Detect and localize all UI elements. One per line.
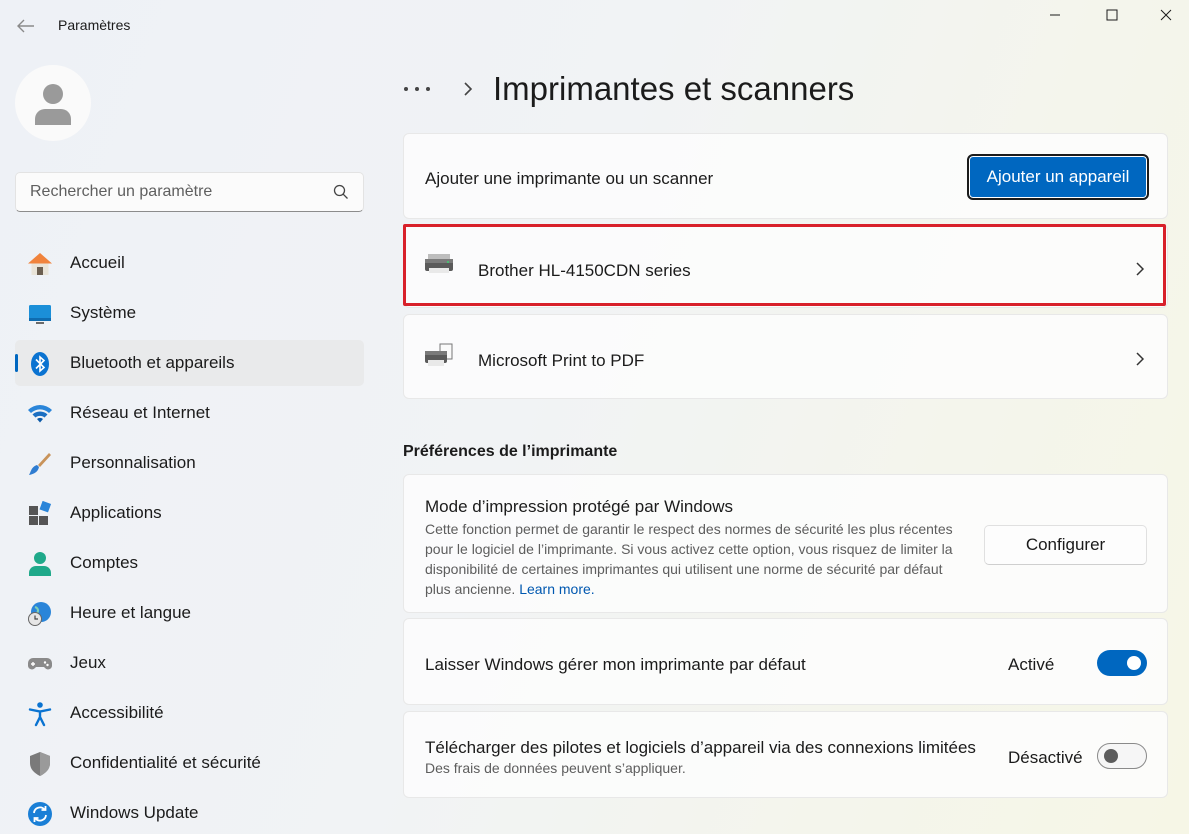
chevron-right-icon bbox=[464, 82, 473, 96]
wifi-icon bbox=[27, 401, 53, 427]
back-button[interactable] bbox=[12, 12, 40, 40]
user-avatar[interactable] bbox=[15, 65, 91, 141]
breadcrumb-more-button[interactable] bbox=[403, 86, 443, 92]
sidebar-item-label: Accessibilité bbox=[70, 703, 164, 722]
user-placeholder-icon bbox=[35, 84, 71, 125]
sidebar-item-accueil[interactable]: Accueil bbox=[15, 240, 364, 286]
close-button[interactable] bbox=[1143, 0, 1189, 30]
home-icon bbox=[27, 251, 53, 277]
sidebar-item-reseau[interactable]: Réseau et Internet bbox=[15, 390, 364, 436]
apps-icon bbox=[27, 501, 53, 527]
metered-download-card: Télécharger des pilotes et logiciels d’a… bbox=[403, 711, 1168, 798]
protected-mode-title: Mode d’impression protégé par Windows bbox=[425, 497, 734, 516]
sidebar-item-label: Personnalisation bbox=[70, 453, 196, 472]
toggle-knob bbox=[1127, 656, 1141, 670]
settings-search bbox=[15, 172, 364, 212]
sidebar-item-comptes[interactable]: Comptes bbox=[15, 540, 364, 586]
breadcrumb: Imprimantes et scanners bbox=[403, 66, 854, 112]
learn-more-link[interactable]: Learn more. bbox=[519, 581, 594, 597]
sidebar-item-windows-update[interactable]: Windows Update bbox=[15, 790, 364, 834]
sidebar-item-label: Réseau et Internet bbox=[70, 403, 210, 422]
sidebar-item-label: Applications bbox=[70, 503, 162, 522]
sidebar-item-bluetooth[interactable]: Bluetooth et appareils bbox=[15, 340, 364, 386]
pdf-printer-icon bbox=[424, 343, 454, 374]
metered-download-toggle[interactable] bbox=[1097, 743, 1147, 769]
sidebar-item-label: Windows Update bbox=[70, 803, 199, 822]
app-title: Paramètres bbox=[58, 17, 131, 33]
sidebar-item-heure[interactable]: Heure et langue bbox=[15, 590, 364, 636]
metered-download-sub: Des frais de données peuvent s’appliquer… bbox=[425, 760, 686, 776]
sidebar-item-personnalisation[interactable]: Personnalisation bbox=[15, 440, 364, 486]
brush-icon bbox=[27, 451, 53, 477]
section-title: Préférences de l’imprimante bbox=[403, 443, 618, 460]
toggle-state-label: Désactivé bbox=[1008, 748, 1083, 767]
sidebar-item-label: Système bbox=[70, 303, 137, 322]
search-icon[interactable] bbox=[333, 184, 349, 200]
sidebar-item-label: Bluetooth et appareils bbox=[70, 353, 235, 372]
chevron-right-icon bbox=[1136, 352, 1145, 366]
configure-button[interactable]: Configurer bbox=[984, 525, 1147, 565]
person-icon bbox=[27, 551, 53, 577]
add-device-card: Ajouter une imprimante ou un scanner Ajo… bbox=[403, 133, 1168, 219]
sidebar-item-systeme[interactable]: Système bbox=[15, 290, 364, 336]
search-input[interactable] bbox=[16, 173, 326, 211]
shield-icon bbox=[27, 751, 53, 777]
back-arrow-icon bbox=[17, 19, 34, 33]
default-printer-toggle[interactable] bbox=[1097, 650, 1147, 676]
add-device-label: Ajouter une imprimante ou un scanner bbox=[425, 169, 714, 188]
page-title: Imprimantes et scanners bbox=[493, 70, 855, 107]
protected-mode-description: Cette fonction permet de garantir le res… bbox=[425, 521, 953, 597]
default-printer-card: Laisser Windows gérer mon imprimante par… bbox=[403, 618, 1168, 705]
metered-download-label: Télécharger des pilotes et logiciels d’a… bbox=[425, 738, 976, 757]
device-name: Microsoft Print to PDF bbox=[478, 351, 645, 370]
close-icon bbox=[1160, 9, 1172, 21]
sidebar-item-confidentialite[interactable]: Confidentialité et sécurité bbox=[15, 740, 364, 786]
maximize-button[interactable] bbox=[1089, 0, 1135, 30]
printer-icon bbox=[424, 252, 454, 281]
toggle-knob bbox=[1104, 749, 1118, 763]
more-dots-icon bbox=[404, 87, 430, 91]
bluetooth-icon bbox=[27, 351, 53, 377]
sidebar-item-label: Jeux bbox=[70, 653, 106, 672]
device-row-brother[interactable]: Brother HL-4150CDN series bbox=[403, 224, 1168, 308]
device-row-microsoft-pdf[interactable]: Microsoft Print to PDF bbox=[403, 314, 1168, 399]
toggle-state-label: Activé bbox=[1008, 655, 1055, 674]
device-name: Brother HL-4150CDN series bbox=[478, 261, 691, 280]
gamepad-icon bbox=[27, 651, 53, 677]
sidebar-item-label: Heure et langue bbox=[70, 603, 191, 622]
accessibility-icon bbox=[27, 701, 53, 727]
minimize-icon bbox=[1050, 14, 1060, 16]
globe-clock-icon bbox=[27, 601, 53, 627]
protected-mode-card: Mode d’impression protégé par Windows Ce… bbox=[403, 474, 1168, 613]
add-device-button[interactable]: Ajouter un appareil bbox=[967, 154, 1149, 200]
title-bar: Paramètres bbox=[0, 0, 1189, 50]
breadcrumb-separator bbox=[443, 81, 493, 97]
sidebar-nav: Accueil Système Bluetooth et appareils R… bbox=[15, 240, 364, 834]
sidebar-item-label: Confidentialité et sécurité bbox=[70, 753, 261, 772]
sidebar-item-label: Comptes bbox=[70, 553, 139, 572]
default-printer-label: Laisser Windows gérer mon imprimante par… bbox=[425, 655, 806, 674]
update-icon bbox=[27, 801, 53, 827]
sidebar-item-jeux[interactable]: Jeux bbox=[15, 640, 364, 686]
chevron-right-icon bbox=[1136, 262, 1145, 276]
sidebar-item-label: Accueil bbox=[70, 253, 125, 272]
monitor-icon bbox=[27, 301, 53, 327]
sidebar-item-accessibilite[interactable]: Accessibilité bbox=[15, 690, 364, 736]
sidebar-item-applications[interactable]: Applications bbox=[15, 490, 364, 536]
maximize-icon bbox=[1106, 9, 1118, 21]
minimize-button[interactable] bbox=[1032, 0, 1078, 30]
